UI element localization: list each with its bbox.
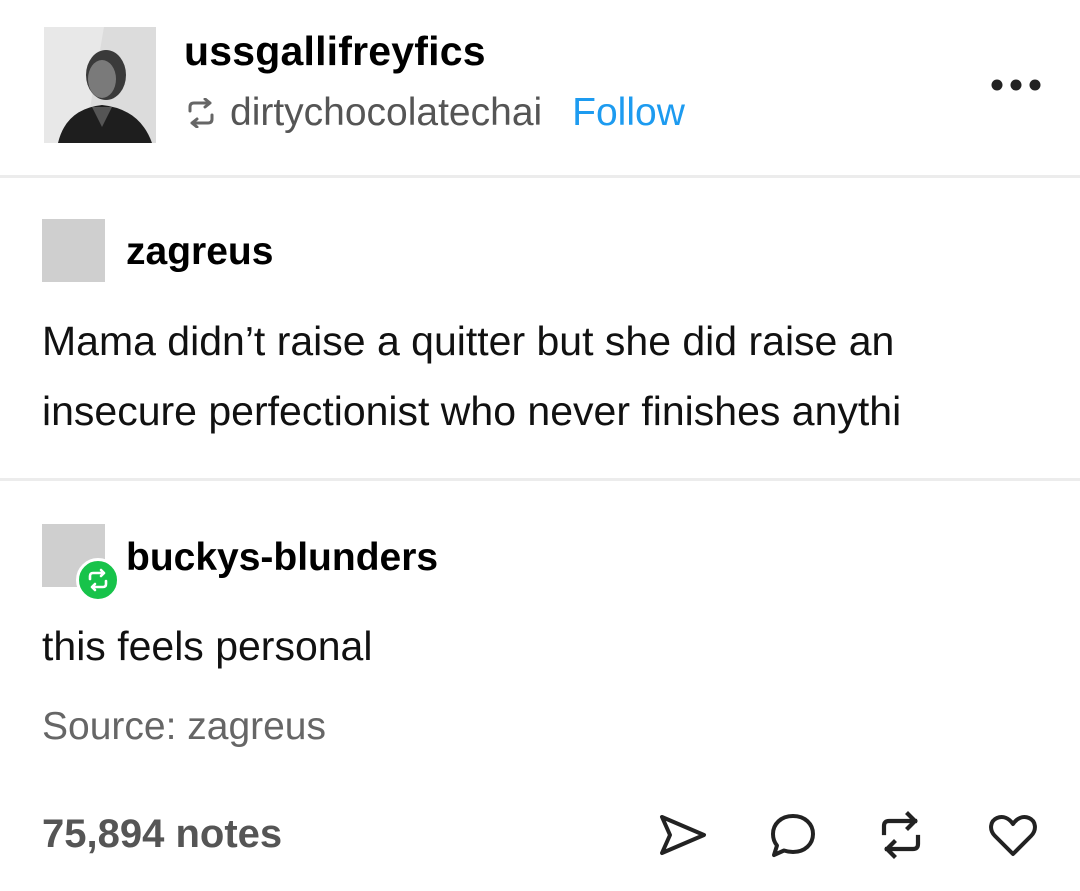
text-line: this feels personal: [42, 623, 373, 669]
reblog-attribution: dirtychocolatechai Follow: [184, 88, 685, 138]
ellipsis-icon[interactable]: [988, 70, 1044, 100]
text-line: insecure perfectionist who never finishe…: [42, 388, 902, 434]
trail-avatar-zagreus[interactable]: [42, 219, 105, 282]
follow-button[interactable]: Follow: [572, 91, 685, 135]
reply-button[interactable]: [766, 808, 820, 862]
post-header: ussgallifreyfics dirtychocolatechai Foll…: [0, 0, 1080, 176]
share-button[interactable]: [656, 808, 710, 862]
trail-post-text: Mama didn’t raise a quitter but she did …: [42, 306, 901, 446]
source-link[interactable]: zagreus: [187, 705, 326, 748]
blog-name[interactable]: ussgallifreyfics: [184, 28, 486, 75]
notes-count[interactable]: 75,894 notes: [42, 812, 282, 857]
post-source: Source: zagreus: [42, 705, 326, 749]
reblog-badge-icon: [88, 568, 108, 592]
trail-username[interactable]: zagreus: [126, 230, 273, 274]
like-button[interactable]: [986, 808, 1040, 862]
reblog-icon: [881, 811, 921, 859]
reblog-icon: [188, 98, 214, 128]
reblogged-from-link[interactable]: dirtychocolatechai: [230, 91, 542, 135]
source-label: Source:: [42, 705, 177, 748]
trail-divider: [0, 478, 1080, 481]
reply-icon: [771, 814, 815, 857]
trail-post-text: this feels personal: [42, 611, 372, 681]
reblog-button[interactable]: [874, 808, 928, 862]
avatar-photo-icon: [44, 27, 156, 143]
header-divider: [0, 175, 1080, 178]
like-icon: [989, 815, 1037, 856]
text-line: Mama didn’t raise a quitter but she did …: [42, 318, 895, 364]
blog-avatar[interactable]: [44, 27, 156, 143]
trail-username[interactable]: buckys-blunders: [126, 536, 438, 580]
reblog-badge: [76, 558, 120, 602]
share-icon: [660, 815, 706, 855]
